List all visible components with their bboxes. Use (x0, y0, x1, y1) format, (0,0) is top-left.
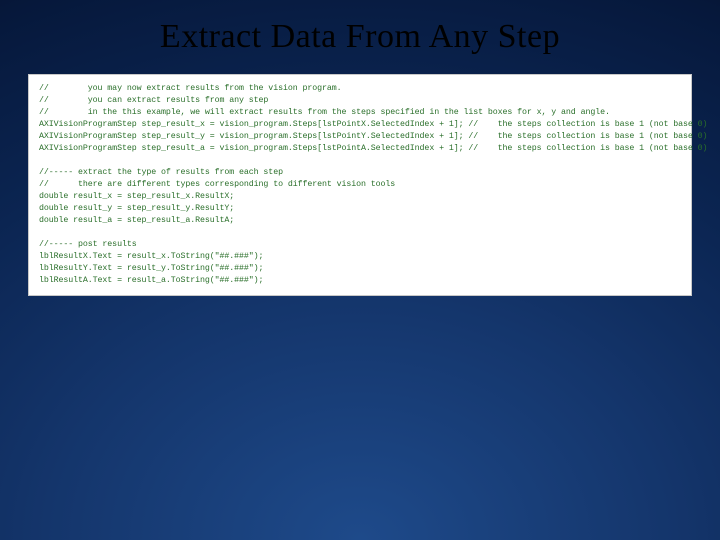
code-line: double result_x = step_result_x.ResultX; (39, 192, 234, 201)
code-line: // you can extract results from any step (39, 96, 268, 105)
code-line: double result_y = step_result_y.ResultY; (39, 204, 234, 213)
slide-title: Extract Data From Any Step (0, 18, 720, 56)
code-line: //----- post results (39, 240, 137, 249)
code-content: // you may now extract results from the … (39, 83, 681, 287)
code-line: AXIVisionProgramStep step_result_x = vis… (39, 120, 707, 129)
code-line: AXIVisionProgramStep step_result_a = vis… (39, 144, 707, 153)
code-line: double result_a = step_result_a.ResultA; (39, 216, 234, 225)
code-line: lblResultY.Text = result_y.ToString("##.… (39, 264, 263, 273)
code-line: AXIVisionProgramStep step_result_y = vis… (39, 132, 707, 141)
code-line: // you may now extract results from the … (39, 84, 342, 93)
code-line: //----- extract the type of results from… (39, 168, 283, 177)
code-line: // there are different types correspondi… (39, 180, 395, 189)
code-block: // you may now extract results from the … (28, 74, 692, 296)
code-line: lblResultX.Text = result_x.ToString("##.… (39, 252, 263, 261)
code-line: // in the this example, we will extract … (39, 108, 610, 117)
code-line: lblResultA.Text = result_a.ToString("##.… (39, 276, 263, 285)
